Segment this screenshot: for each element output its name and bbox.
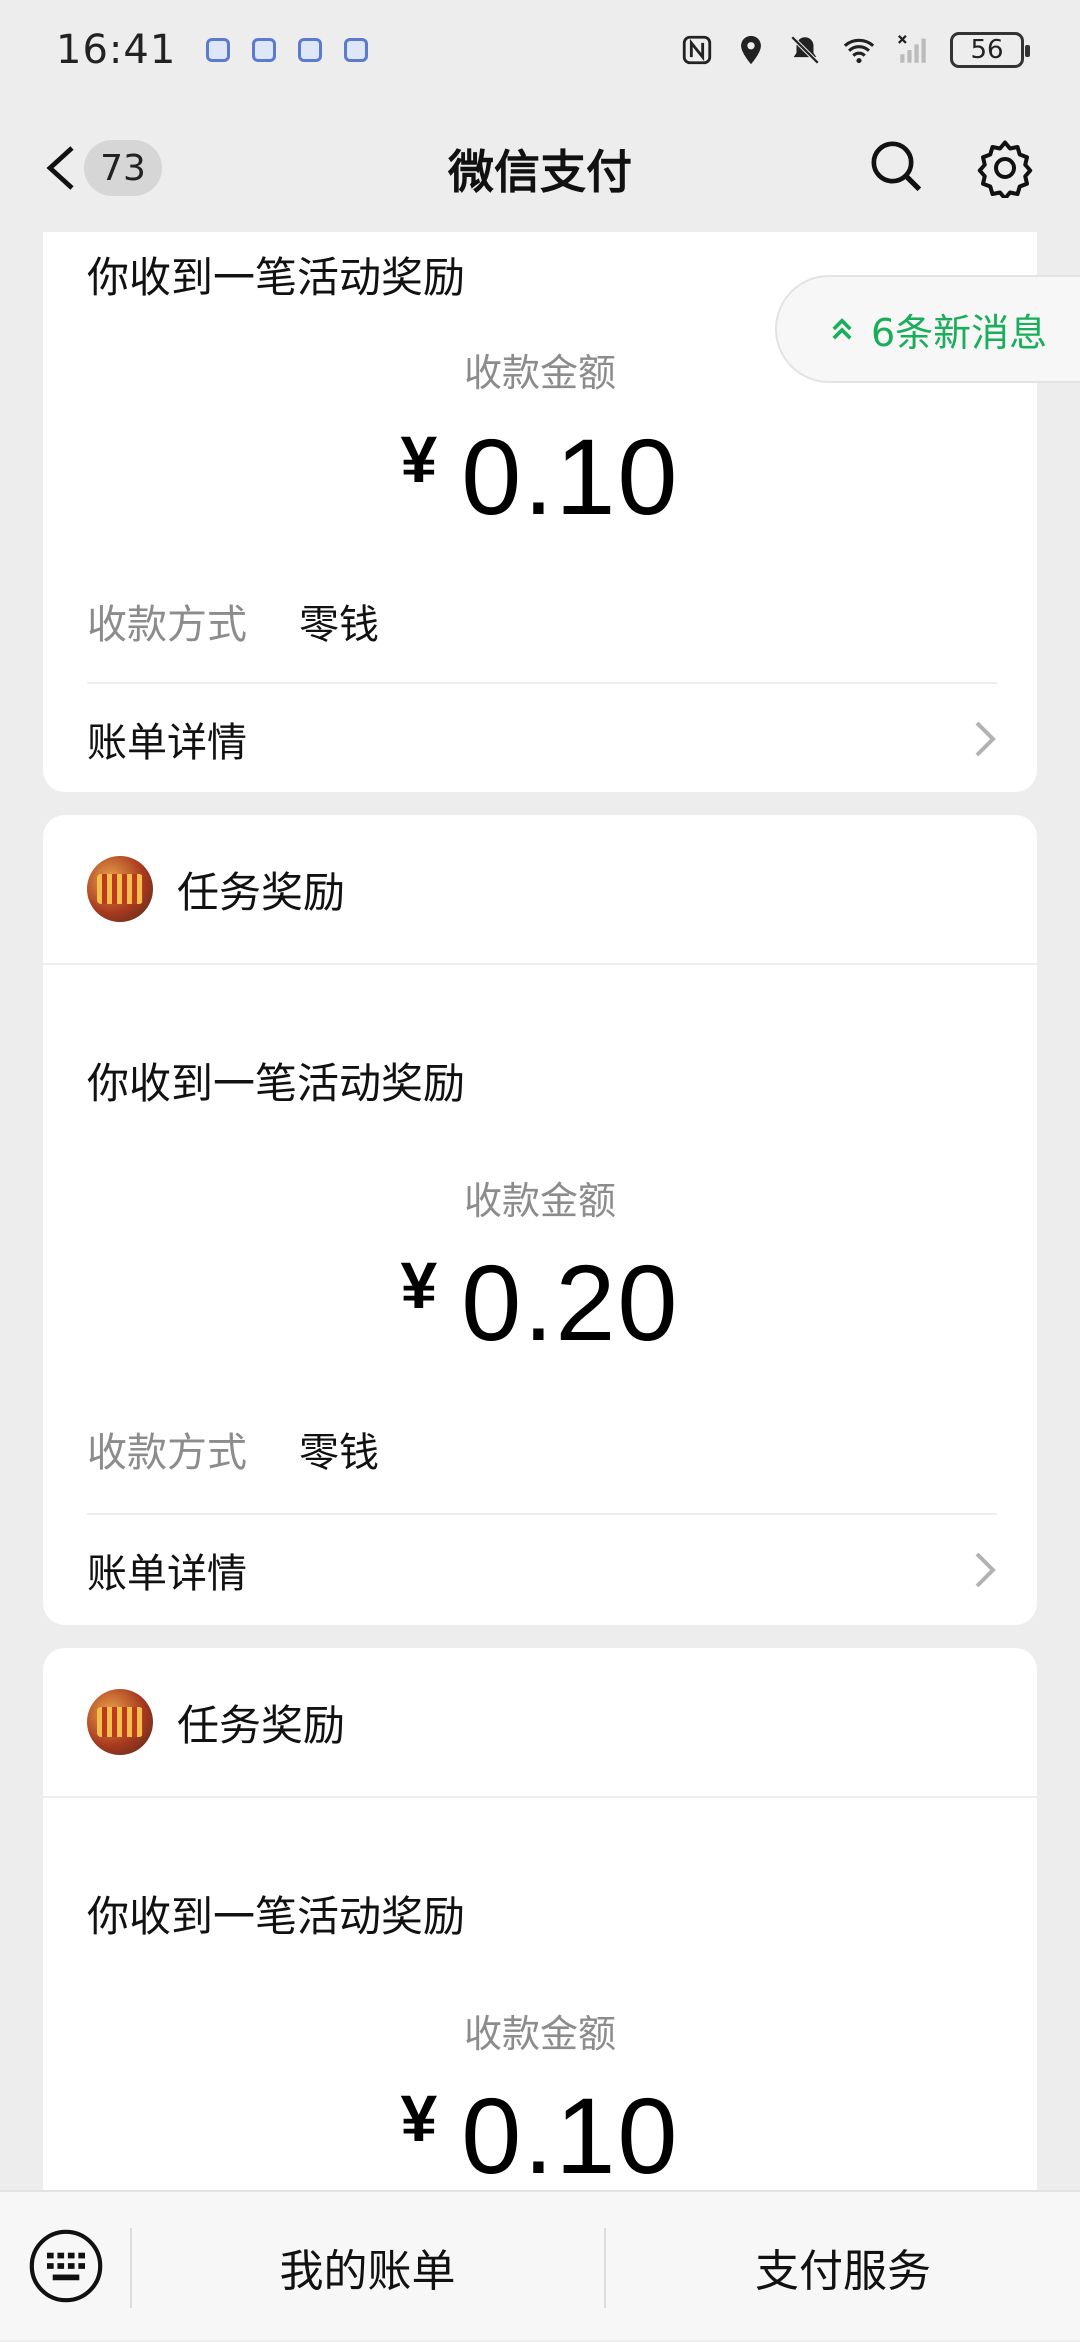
payment-card[interactable]: 任务奖励 你收到一笔活动奖励 收款金额 ¥0.20 收款方式 零钱 账单详情 (43, 815, 1037, 1625)
location-icon (741, 35, 761, 65)
amount-number: 0.10 (461, 416, 680, 537)
bill-details-link[interactable]: 账单详情 (87, 684, 997, 792)
navigation-bar: 73 微信支付 (0, 100, 1080, 232)
card-header: 任务奖励 (43, 815, 1037, 965)
battery-indicator: 56 (950, 32, 1030, 68)
message-title: 你收到一笔活动奖励 (87, 253, 466, 302)
status-bar: 16:41 56 (0, 0, 1080, 100)
payment-method-row: 收款方式 零钱 (43, 1420, 379, 1478)
card-header: 任务奖励 (43, 1648, 1037, 1798)
double-chevron-up-icon (832, 318, 852, 340)
notification-icons (206, 38, 369, 62)
app-notification-icon (206, 38, 231, 62)
message-list[interactable]: 你收到一笔活动奖励 收款金额 ¥0.10 收款方式 零钱 账单详情 任务奖励 你… (0, 232, 1080, 2190)
status-right-icons: 56 (680, 32, 1030, 68)
currency-symbol: ¥ (400, 2081, 440, 2155)
app-notification-icon (298, 38, 323, 62)
currency-symbol: ¥ (400, 422, 440, 496)
payment-method-row: 收款方式 零钱 (43, 592, 379, 650)
bottom-menu-bar: 我的账单 支付服务 (0, 2190, 1080, 2340)
amount-value: ¥0.10 (43, 2073, 1037, 2190)
bill-details-link[interactable]: 账单详情 (87, 1515, 997, 1625)
payment-method-label: 收款方式 (87, 1430, 247, 1476)
payment-method-label: 收款方式 (87, 602, 247, 648)
chevron-right-icon (975, 721, 996, 757)
bill-details-label: 账单详情 (87, 1551, 247, 1597)
amount-number: 0.10 (461, 2075, 680, 2190)
keyboard-icon[interactable] (28, 2228, 104, 2304)
gear-icon[interactable] (975, 138, 1035, 198)
payment-card[interactable]: 任务奖励 你收到一笔活动奖励 收款金额 ¥0.10 (43, 1648, 1037, 2190)
currency-symbol: ¥ (400, 1248, 440, 1322)
sender-name: 任务奖励 (177, 1700, 346, 1750)
signal-icon (898, 35, 926, 63)
status-time: 16:41 (56, 27, 177, 73)
payment-method-value: 零钱 (299, 1430, 379, 1476)
app-notification-icon (252, 38, 277, 62)
new-messages-button[interactable]: 6条新消息 (775, 275, 1080, 383)
amount-value: ¥0.20 (43, 1240, 1037, 1365)
new-messages-label: 6条新消息 (871, 310, 1048, 355)
wifi-icon (843, 38, 875, 64)
avatar (87, 1689, 153, 1755)
nfc-icon (682, 35, 712, 65)
message-title: 你收到一笔活动奖励 (87, 1892, 466, 1941)
bill-details-label: 账单详情 (87, 720, 247, 766)
chevron-right-icon (975, 1552, 996, 1588)
payment-services-menu[interactable]: 支付服务 (606, 2192, 1080, 2342)
amount-value: ¥0.10 (43, 414, 1037, 539)
message-title: 你收到一笔活动奖励 (87, 1059, 466, 1108)
app-notification-icon (344, 38, 369, 62)
avatar (87, 856, 153, 922)
amount-label: 收款金额 (463, 2012, 616, 2056)
mute-icon (790, 35, 820, 65)
amount-label: 收款金额 (463, 1179, 616, 1223)
sender-name: 任务奖励 (177, 867, 346, 917)
my-bills-menu[interactable]: 我的账单 (131, 2192, 604, 2342)
search-icon[interactable] (868, 138, 924, 194)
payment-method-value: 零钱 (299, 602, 379, 648)
amount-number: 0.20 (461, 1242, 680, 1363)
